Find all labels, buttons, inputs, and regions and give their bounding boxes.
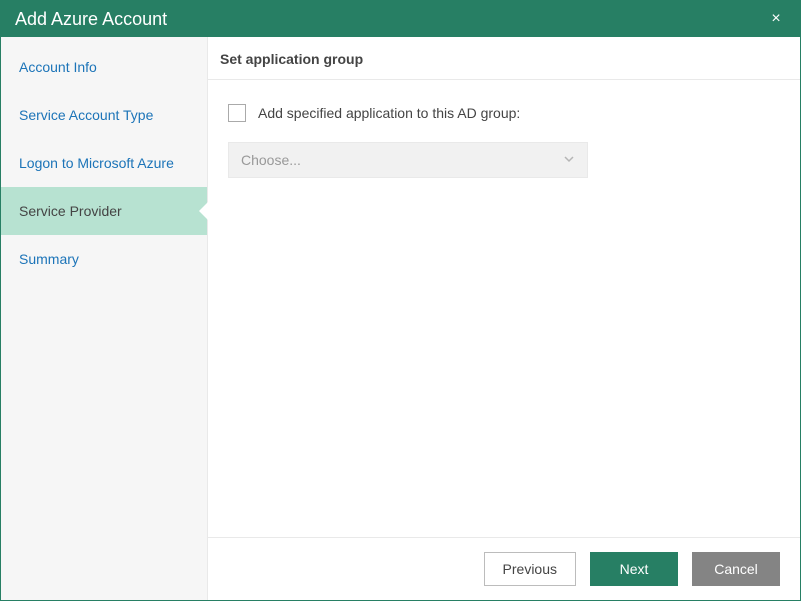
chevron-down-icon [563, 152, 575, 168]
wizard-sidebar: Account Info Service Account Type Logon … [1, 37, 208, 600]
ad-group-dropdown[interactable]: Choose... [228, 142, 588, 178]
dropdown-placeholder: Choose... [241, 152, 301, 168]
dialog-body: Account Info Service Account Type Logon … [1, 37, 800, 600]
sidebar-step-label: Logon to Microsoft Azure [19, 155, 174, 171]
sidebar-step-service-provider[interactable]: Service Provider [1, 187, 207, 235]
titlebar: Add Azure Account × [1, 1, 800, 37]
sidebar-step-label: Service Account Type [19, 107, 153, 123]
sidebar-step-label: Summary [19, 251, 79, 267]
previous-button[interactable]: Previous [484, 552, 576, 586]
add-to-group-row: Add specified application to this AD gro… [228, 104, 780, 122]
add-to-group-checkbox[interactable] [228, 104, 246, 122]
page-title: Set application group [208, 37, 800, 80]
window-title: Add Azure Account [15, 9, 764, 30]
dialog-footer: Previous Next Cancel [208, 537, 800, 600]
sidebar-step-account-info[interactable]: Account Info [1, 43, 207, 91]
dialog-window: Add Azure Account × Account Info Service… [0, 0, 801, 601]
sidebar-step-logon-azure[interactable]: Logon to Microsoft Azure [1, 139, 207, 187]
close-icon[interactable]: × [764, 7, 788, 31]
next-button[interactable]: Next [590, 552, 678, 586]
main-content: Add specified application to this AD gro… [208, 80, 800, 537]
sidebar-step-summary[interactable]: Summary [1, 235, 207, 283]
main-panel: Set application group Add specified appl… [208, 37, 800, 600]
add-to-group-label: Add specified application to this AD gro… [258, 105, 520, 121]
sidebar-step-label: Service Provider [19, 203, 122, 219]
sidebar-step-label: Account Info [19, 59, 97, 75]
cancel-button[interactable]: Cancel [692, 552, 780, 586]
sidebar-step-service-account-type[interactable]: Service Account Type [1, 91, 207, 139]
